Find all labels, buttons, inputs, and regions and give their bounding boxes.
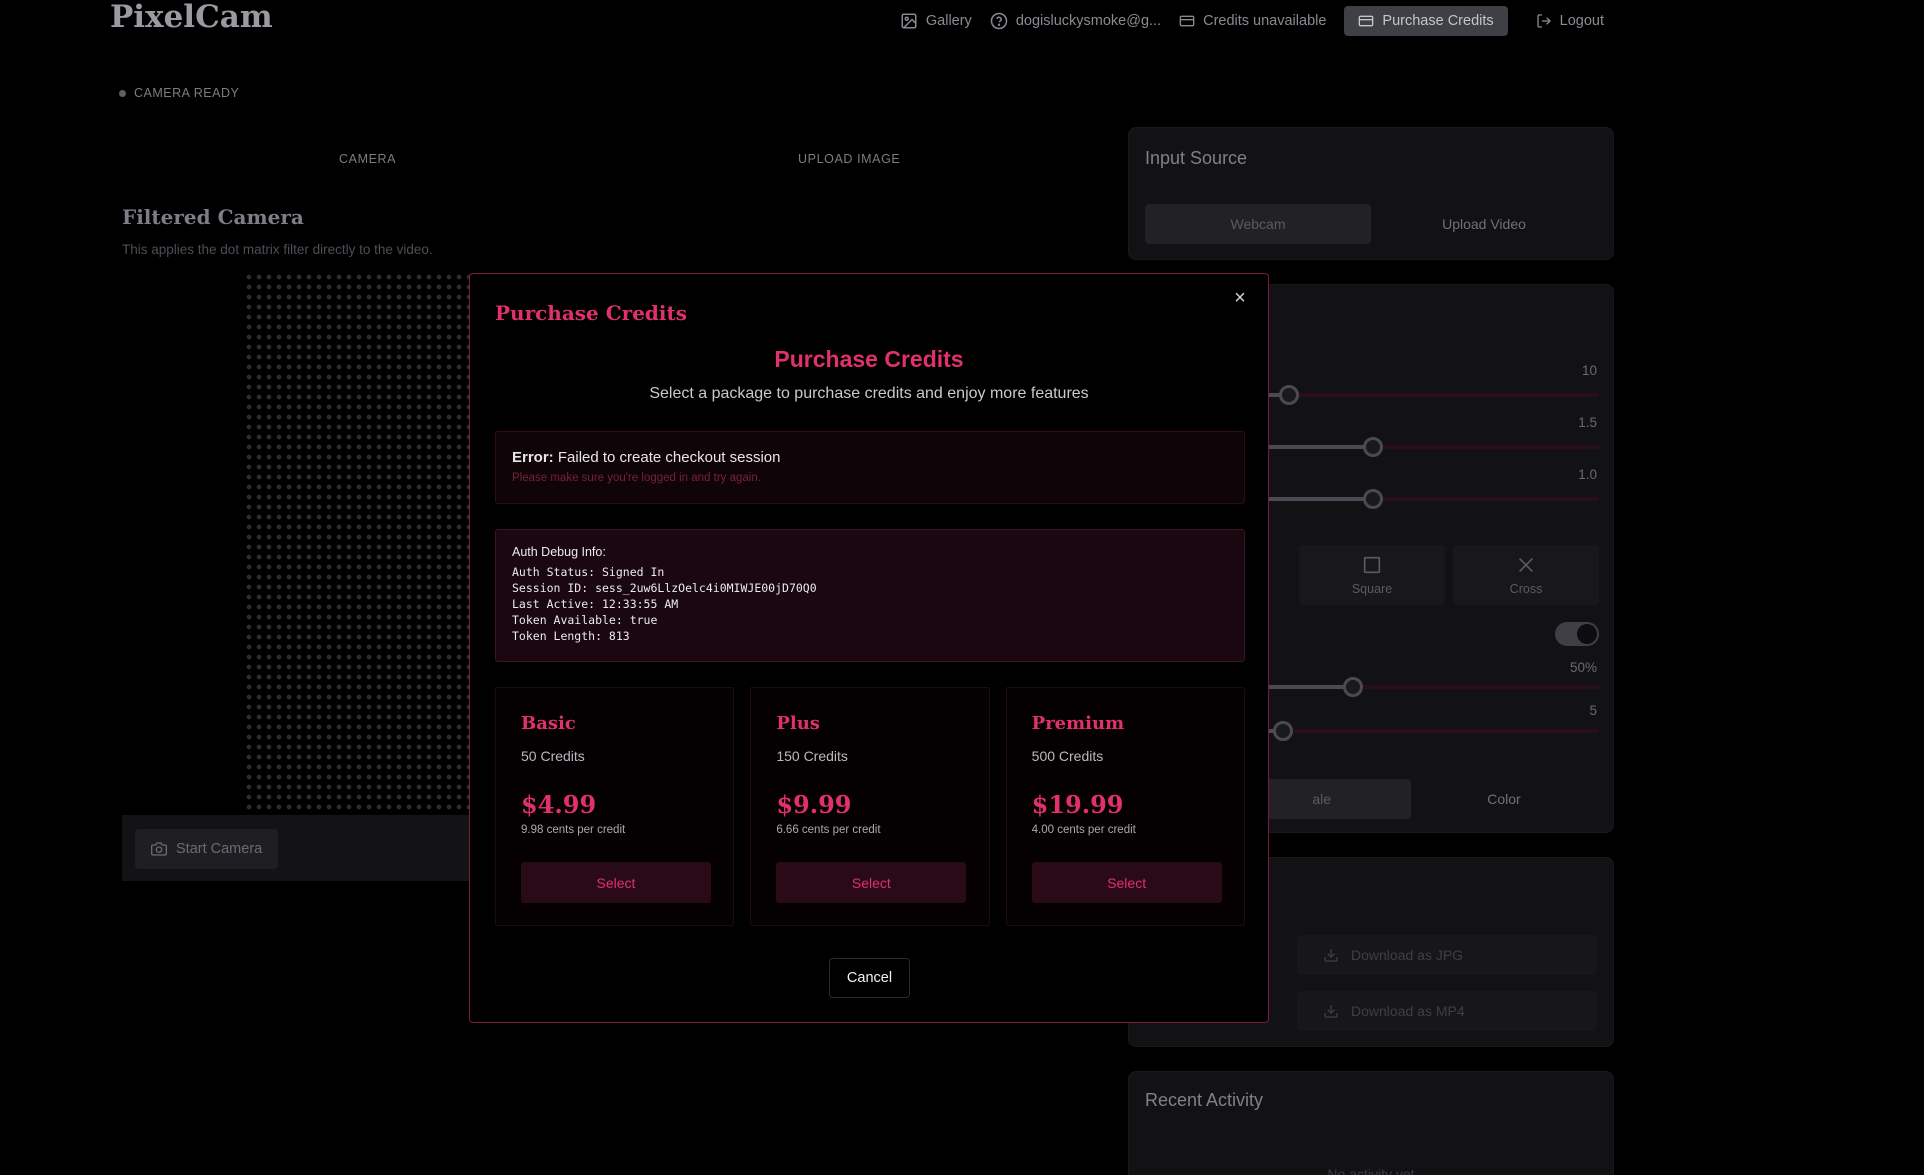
plan-card-plus: Plus 150 Credits $9.99 6.66 cents per cr…	[750, 687, 990, 926]
modal-title: Purchase Credits	[774, 346, 964, 372]
no-activity-text: No activity yet	[1327, 1166, 1415, 1175]
slider-knob[interactable]	[1363, 489, 1383, 509]
download-mp4-button[interactable]: Download as MP4	[1297, 991, 1597, 1031]
settings-toggle[interactable]	[1555, 622, 1599, 646]
logout-label: Logout	[1559, 13, 1604, 29]
slider-value: 5	[1589, 703, 1597, 718]
slider-knob[interactable]	[1363, 437, 1383, 457]
plan-card-premium: Premium 500 Credits $19.99 4.00 cents pe…	[1005, 687, 1245, 926]
error-hint: Please make sure you're logged in and tr…	[512, 472, 761, 484]
download-jpg-button[interactable]: Download as JPG	[1297, 935, 1597, 975]
logout-icon	[1536, 14, 1551, 28]
tab-webcam[interactable]: Webcam	[1145, 204, 1371, 244]
camera-controls-bar: Start Camera	[122, 815, 482, 881]
top-header: PixelCam Gallery dogisluckysmoke@g... Cr…	[0, 0, 1924, 40]
slider-value: 50%	[1569, 660, 1597, 675]
plan-price: $4.99	[521, 790, 597, 819]
modal-header-title: Purchase Credits	[495, 301, 688, 325]
plan-price: $9.99	[776, 790, 852, 819]
download-icon	[1324, 1005, 1338, 1018]
recent-activity-panel: Recent Activity No activity yet	[1128, 1071, 1614, 1175]
plan-credits: 150 Credits	[776, 748, 848, 764]
start-camera-label: Start Camera	[176, 841, 263, 857]
status-dot-icon	[119, 89, 126, 97]
input-source-panel: Input Source Webcam Upload Video	[1128, 127, 1614, 260]
purchase-credits-nav-button[interactable]: Purchase Credits	[1344, 6, 1508, 36]
shape-square-button[interactable]: Square	[1299, 545, 1445, 605]
nav-gallery-label: Gallery	[925, 13, 972, 29]
start-camera-button[interactable]: Start Camera	[135, 829, 279, 869]
recent-activity-title: Recent Activity	[1145, 1090, 1264, 1110]
download-jpg-label: Download as JPG	[1351, 947, 1464, 963]
credit-card-icon	[1359, 15, 1374, 27]
square-icon	[1363, 556, 1381, 574]
tab-upload-video[interactable]: Upload Video	[1371, 204, 1597, 244]
purchase-credits-modal: × Purchase Credits Purchase Credits Sele…	[469, 273, 1269, 1023]
close-icon[interactable]: ×	[1230, 288, 1250, 308]
tab-camera[interactable]: CAMERA	[339, 152, 396, 166]
filtered-camera-subtitle: This applies the dot matrix filter direc…	[122, 242, 433, 257]
image-icon	[901, 13, 917, 29]
credit-card-icon	[1179, 15, 1195, 27]
plan-card-basic: Basic 50 Credits $4.99 9.98 cents per cr…	[495, 687, 735, 926]
app-logo[interactable]: PixelCam	[110, 0, 273, 35]
input-source-title: Input Source	[1145, 148, 1248, 168]
debug-line: Token Available: true	[512, 613, 658, 627]
cancel-button[interactable]: Cancel	[829, 958, 910, 998]
shape-cross-button[interactable]: Cross	[1453, 545, 1599, 605]
plan-price: $19.99	[1031, 790, 1124, 819]
slider-value: 1.5	[1578, 415, 1597, 430]
shape-square-label: Square	[1351, 582, 1393, 596]
camera-status: CAMERA READY	[119, 86, 239, 100]
slider-value: 10	[1581, 363, 1597, 378]
plan-name: Basic	[521, 713, 576, 734]
select-plus-button[interactable]: Select	[776, 862, 967, 903]
nav-gallery[interactable]: Gallery	[900, 6, 972, 36]
logout-button[interactable]: Logout	[1536, 6, 1604, 36]
slider-knob[interactable]	[1343, 677, 1363, 697]
tab-upload-image[interactable]: UPLOAD IMAGE	[798, 152, 900, 166]
debug-line: Session ID: sess_2uw6LlzOelc4i0MIWJE00jD…	[512, 581, 817, 595]
tab-color[interactable]: Color	[1411, 779, 1597, 819]
dot-matrix-preview	[244, 272, 470, 812]
debug-line: Last Active: 12:33:55 AM	[512, 597, 679, 611]
error-text: Failed to create checkout session	[553, 449, 781, 466]
error-label: Error:	[512, 449, 554, 466]
slider-knob[interactable]	[1273, 721, 1293, 741]
error-alert: Error: Failed to create checkout session…	[495, 431, 1245, 504]
input-source-tabs: Webcam Upload Video	[1145, 204, 1597, 244]
auth-debug-box: Auth Debug Info: Auth Status: Signed In …	[495, 529, 1245, 662]
plan-credits: 50 Credits	[521, 748, 585, 764]
nav-credits: Credits unavailable	[1179, 6, 1326, 36]
filtered-camera-title: Filtered Camera	[122, 205, 304, 229]
slider-knob[interactable]	[1279, 385, 1299, 405]
slider-value: 1.0	[1578, 467, 1597, 482]
plan-per-credit: 9.98 cents per credit	[521, 824, 626, 836]
nav-user[interactable]: dogisluckysmoke@g...	[990, 6, 1161, 36]
debug-line: Token Length: 813	[512, 629, 630, 643]
plan-credits: 500 Credits	[1031, 748, 1104, 764]
modal-subtitle: Select a package to purchase credits and…	[649, 385, 1089, 402]
camera-status-text: CAMERA READY	[134, 86, 240, 100]
download-icon	[1324, 949, 1338, 962]
plan-list: Basic 50 Credits $4.99 9.98 cents per cr…	[495, 687, 1245, 926]
plan-per-credit: 4.00 cents per credit	[1031, 824, 1136, 836]
debug-line: Auth Status: Signed In	[512, 565, 665, 579]
credits-status: Credits unavailable	[1203, 13, 1327, 29]
plan-name: Plus	[776, 713, 820, 734]
camera-icon	[151, 842, 167, 856]
plan-per-credit: 6.66 cents per credit	[776, 824, 881, 836]
top-nav: Gallery dogisluckysmoke@g... Credits una…	[900, 6, 1604, 36]
cross-icon	[1518, 557, 1534, 573]
plan-name: Premium	[1031, 713, 1125, 734]
debug-title: Auth Debug Info:	[512, 545, 606, 559]
shape-cross-label: Cross	[1509, 582, 1543, 596]
purchase-credits-label: Purchase Credits	[1382, 13, 1494, 29]
select-basic-button[interactable]: Select	[521, 862, 711, 903]
help-circle-icon	[990, 12, 1008, 30]
user-email: dogisluckysmoke@g...	[1015, 13, 1162, 29]
select-premium-button[interactable]: Select	[1031, 862, 1222, 903]
download-mp4-label: Download as MP4	[1351, 1003, 1465, 1019]
error-message: Error: Failed to create checkout session	[512, 449, 1228, 466]
